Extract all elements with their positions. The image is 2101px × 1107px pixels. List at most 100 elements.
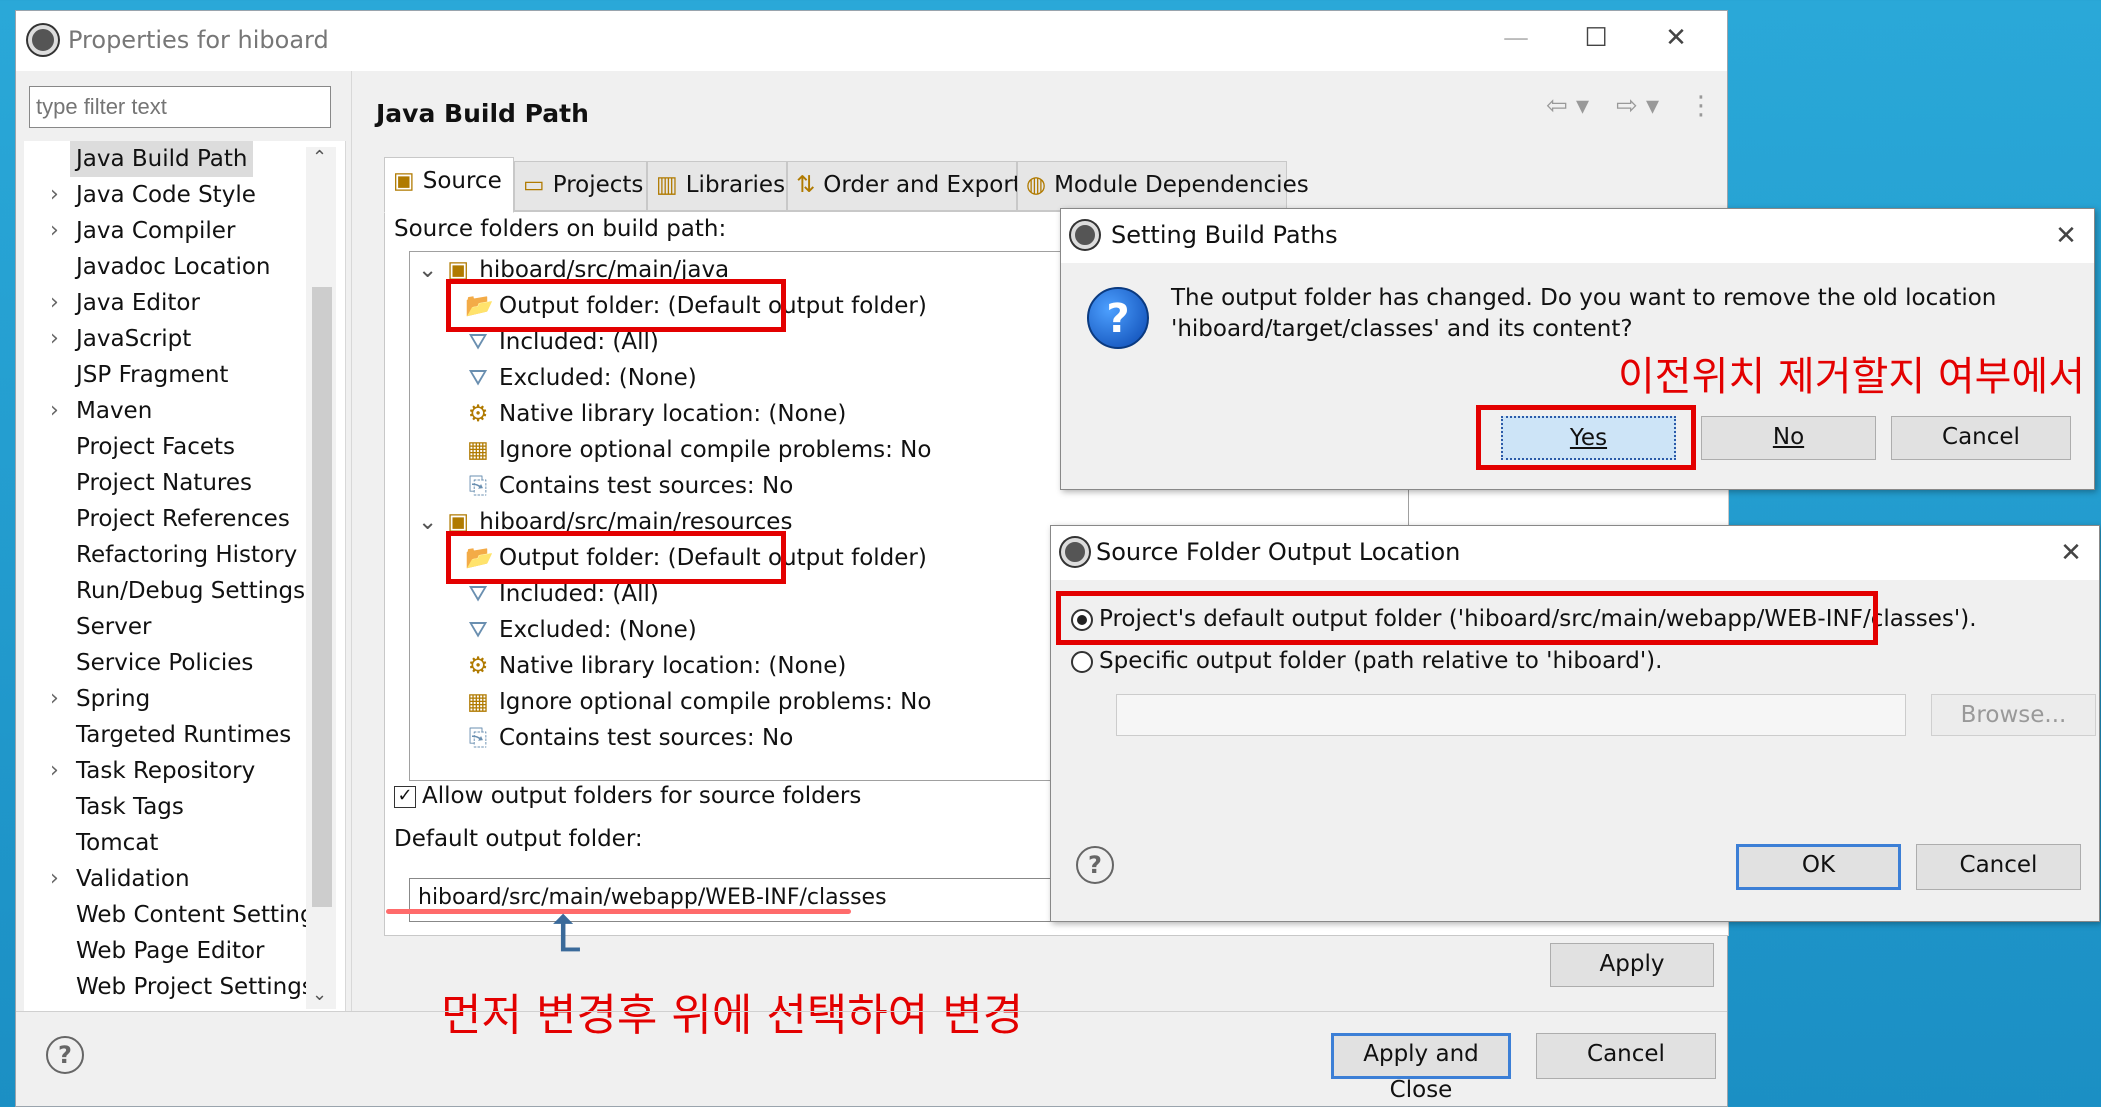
back-icon[interactable]: ⇦ ▾: [1546, 91, 1589, 121]
source-folder-attribute[interactable]: ▦ Ignore optional compile problems: No: [465, 432, 931, 468]
ignore-problems-icon: ▦: [467, 437, 489, 463]
tree-item-label: Java Compiler: [76, 218, 236, 244]
tab-label: Module Dependencies: [1054, 172, 1309, 198]
dialog-title: Source Folder Output Location: [1096, 538, 1461, 566]
apply-button[interactable]: Apply: [1550, 943, 1714, 987]
attribute-label: Included: (All): [499, 581, 659, 607]
tree-item-label: Project Natures: [76, 470, 252, 496]
title-bar: Properties for hiboard — ☐ ✕: [16, 11, 1727, 71]
forward-icon[interactable]: ⇨ ▾: [1616, 91, 1659, 121]
radio-unselected-icon[interactable]: [1071, 650, 1093, 673]
ok-button[interactable]: OK: [1736, 844, 1901, 890]
specific-output-field[interactable]: [1116, 694, 1906, 736]
native-library-icon: ⚙: [467, 653, 489, 679]
filter-icon: ⛛: [468, 617, 488, 643]
tree-scrollbar[interactable]: ⌃ ⌄: [306, 147, 336, 1009]
tree-item-label: Web Project Settings: [76, 974, 314, 1000]
tree-item-label: Java Editor: [76, 290, 200, 316]
source-folder-attribute[interactable]: ▦ Ignore optional compile problems: No: [465, 684, 931, 720]
chevron-right-icon[interactable]: ›: [50, 861, 59, 897]
view-menu-icon[interactable]: ⋮: [1688, 91, 1714, 121]
help-icon[interactable]: ?: [46, 1036, 84, 1074]
chevron-right-icon[interactable]: ›: [50, 321, 59, 357]
projects-icon: ▭: [523, 172, 545, 198]
source-folder-attribute[interactable]: ⛛ Excluded: (None): [465, 612, 697, 648]
dialog-message-line2: 'hiboard/target/classes' and its content…: [1171, 316, 1633, 342]
tree-item-label: Refactoring History: [76, 542, 298, 568]
chevron-right-icon[interactable]: ›: [50, 177, 59, 213]
attribute-label: Ignore optional compile problems: No: [499, 689, 932, 715]
close-icon[interactable]: ✕: [2051, 538, 2091, 568]
source-folder-attribute[interactable]: ⚙ Native library location: (None): [465, 396, 847, 432]
radio-specific-output[interactable]: Specific output folder (path relative to…: [1071, 648, 1662, 674]
question-icon: ?: [1087, 287, 1149, 349]
scroll-up-icon[interactable]: ⌃: [312, 147, 327, 168]
chevron-right-icon[interactable]: ›: [50, 393, 59, 429]
source-folder-attribute[interactable]: ⛛ Excluded: (None): [465, 360, 697, 396]
maximize-icon[interactable]: ☐: [1576, 23, 1616, 53]
no-label: No: [1772, 424, 1805, 450]
highlight-output-folder-1: [446, 279, 786, 332]
tree-item-label: Task Repository: [76, 758, 256, 784]
tree-item-label: Run/Debug Settings: [76, 578, 306, 604]
filter-input[interactable]: [29, 86, 331, 128]
dialog-title: Setting Build Paths: [1111, 221, 1338, 249]
chevron-right-icon[interactable]: ›: [50, 213, 59, 249]
minimize-icon[interactable]: —: [1496, 23, 1536, 53]
tab-source[interactable]: ▣ Source: [384, 157, 514, 213]
tree-item-label: Task Tags: [76, 794, 184, 820]
close-icon[interactable]: ✕: [2046, 221, 2086, 251]
chevron-right-icon[interactable]: ›: [50, 285, 59, 321]
tree-item-label: Spring: [76, 686, 151, 712]
help-icon[interactable]: ?: [1076, 846, 1114, 884]
window-title: Properties for hiboard: [68, 26, 329, 54]
source-folder-attribute[interactable]: ⎘ Contains test sources: No: [465, 468, 793, 504]
tab-label: Order and Export: [823, 172, 1022, 198]
highlight-output-folder-2: [446, 531, 786, 584]
chevron-down-icon[interactable]: ⌄: [418, 257, 437, 283]
apply-and-close-button[interactable]: Apply and Close: [1331, 1033, 1511, 1103]
attribute-label: Included: (All): [499, 329, 659, 355]
tree-item-label: Service Policies: [76, 650, 254, 676]
page-title: Java Build Path: [376, 99, 589, 128]
close-icon[interactable]: ✕: [1656, 23, 1696, 53]
attribute-label: Excluded: (None): [499, 365, 697, 391]
attribute-label: Excluded: (None): [499, 617, 697, 643]
cancel-button[interactable]: Cancel: [1916, 844, 2081, 890]
chevron-right-icon[interactable]: ›: [50, 681, 59, 717]
underline-marker: [386, 909, 851, 914]
attribute-label: Native library location: (None): [499, 401, 847, 427]
order-icon: ⇅: [796, 172, 816, 198]
browse-button[interactable]: Browse...: [1931, 694, 2096, 736]
tree-item-label: JavaScript: [76, 326, 192, 352]
tree-item-label: Web Page Editor: [76, 938, 265, 964]
scrollbar-thumb[interactable]: [312, 287, 332, 907]
tree-item-label: Project Facets: [76, 434, 236, 460]
annotation-top: 이전위치 제거할지 여부에서: [1618, 354, 2086, 400]
tab-module-dependencies[interactable]: ◍ Module Dependencies: [1017, 161, 1309, 211]
cancel-button[interactable]: Cancel: [1891, 416, 2071, 460]
source-list-label: Source folders on build path:: [394, 216, 727, 242]
tree-item-label: Java Code Style: [76, 182, 256, 208]
eclipse-app-icon: [28, 25, 58, 55]
tab-order-export[interactable]: ⇅ Order and Export: [787, 161, 1022, 211]
tree-item-label: Java Build Path: [70, 141, 254, 177]
test-sources-icon: ⎘: [468, 473, 488, 499]
property-tree: Java Build Path › Java Code Style › Java Com…: [24, 141, 346, 1011]
chevron-down-icon[interactable]: ⌄: [418, 509, 437, 535]
tab-label: Libraries: [685, 172, 786, 198]
chevron-right-icon[interactable]: ›: [50, 753, 59, 789]
checkbox-icon[interactable]: ✓: [394, 785, 416, 808]
source-icon: ▣: [393, 168, 415, 194]
tab-libraries[interactable]: ▥ Libraries: [647, 161, 787, 211]
source-folder-attribute[interactable]: ⚙ Native library location: (None): [465, 648, 847, 684]
source-folder-attribute[interactable]: ⎘ Contains test sources: No: [465, 720, 793, 756]
tab-projects[interactable]: ▭ Projects: [514, 161, 647, 211]
filter-icon: ⛛: [468, 365, 488, 391]
allow-output-label: Allow output folders for source folders: [422, 783, 862, 809]
no-button[interactable]: No: [1701, 416, 1876, 460]
allow-output-folders-checkbox[interactable]: ✓ Allow output folders for source folders: [394, 783, 861, 809]
tree-item-label: Web Content Settings: [76, 902, 327, 928]
scroll-down-icon[interactable]: ⌄: [312, 984, 327, 1005]
cancel-button[interactable]: Cancel: [1536, 1033, 1716, 1079]
